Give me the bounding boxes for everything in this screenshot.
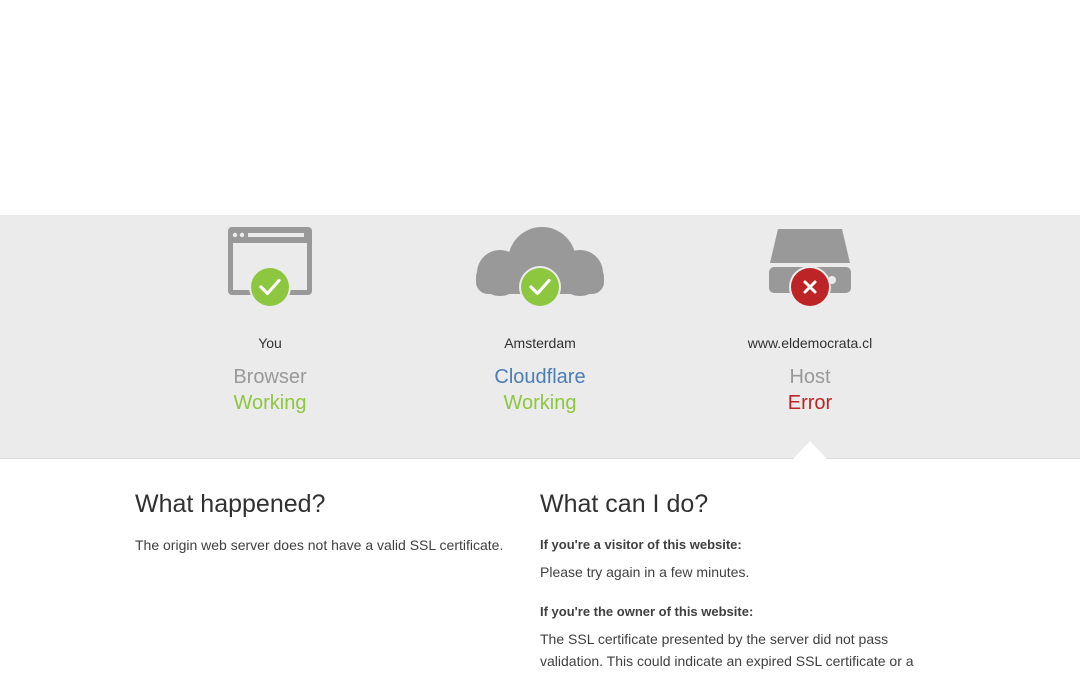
top-space <box>0 0 1080 215</box>
status-label: Error <box>787 392 833 414</box>
owner-text: The SSL certificate presented by the ser… <box>540 631 914 669</box>
component-label: Browser <box>233 366 307 388</box>
cloud-icon <box>390 225 690 320</box>
status-label: Working <box>233 392 307 414</box>
status-label: Working <box>503 392 577 414</box>
status-host: www.eldemocrata.cl Host Error <box>660 215 960 418</box>
visitor-text: Please try again in a few minutes. <box>540 564 750 580</box>
owner-heading: If you're the owner of this website: <box>540 604 754 619</box>
x-icon <box>789 266 831 308</box>
what-happened-heading: What happened? <box>135 490 326 518</box>
component-label: Host <box>789 366 831 388</box>
location-label: Amsterdam <box>504 335 576 351</box>
cloudflare-link[interactable]: Cloudflare <box>390 366 690 392</box>
what-can-i-do-section: What can I do? If you're a visitor of th… <box>540 488 950 675</box>
checkmark-icon <box>519 266 561 308</box>
status-browser: You Browser Working <box>120 215 420 418</box>
what-can-i-do-heading: What can I do? <box>540 490 709 518</box>
what-happened-text: The origin web server does not have a va… <box>135 537 504 553</box>
location-label: You <box>258 335 282 351</box>
visitor-heading: If you're a visitor of this website: <box>540 537 742 552</box>
browser-window-icon <box>120 225 420 320</box>
error-pointer <box>793 441 827 459</box>
error-page: You Browser Working Amsterdam Cloudflare… <box>0 0 1080 675</box>
status-band: You Browser Working Amsterdam Cloudflare… <box>0 215 1080 459</box>
location-label: www.eldemocrata.cl <box>747 335 873 351</box>
server-icon <box>660 225 960 320</box>
what-happened-section: What happened? The origin web server doe… <box>135 488 515 556</box>
checkmark-icon <box>249 266 291 308</box>
status-cloudflare: Amsterdam Cloudflare Working <box>390 215 690 418</box>
